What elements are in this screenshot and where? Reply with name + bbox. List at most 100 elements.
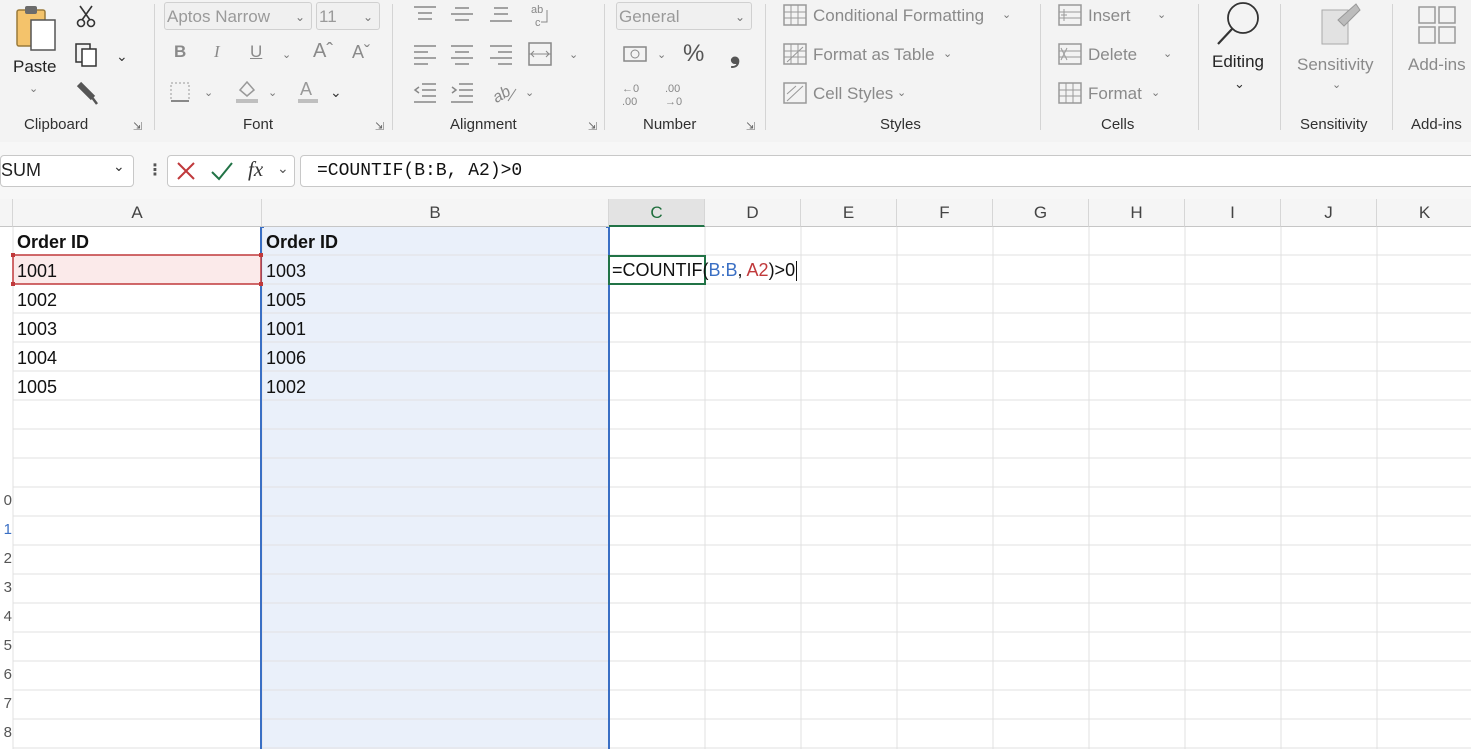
- column-header-h[interactable]: H: [1089, 199, 1185, 227]
- comma-style-button[interactable]: ❟: [730, 38, 740, 70]
- clipboard-launcher-icon[interactable]: ⇲: [133, 120, 144, 133]
- merge-center-icon[interactable]: [527, 41, 553, 72]
- delete-cells-icon[interactable]: [1058, 43, 1082, 70]
- increase-decimal-icon[interactable]: ←0.00: [620, 80, 650, 113]
- cell-styles-icon[interactable]: [783, 82, 807, 109]
- cell-b2[interactable]: 1003: [266, 257, 306, 286]
- align-bottom-icon[interactable]: [488, 4, 514, 29]
- row-header[interactable]: 6: [0, 666, 12, 683]
- font-name-combo[interactable]: Aptos Narrow ⌄: [164, 2, 312, 30]
- format-as-table-icon[interactable]: [783, 43, 807, 70]
- column-header-j[interactable]: J: [1281, 199, 1377, 227]
- chevron-down-icon[interactable]: ⌄: [735, 3, 745, 31]
- cancel-icon[interactable]: [175, 160, 197, 187]
- alignment-launcher-icon[interactable]: ⇲: [588, 120, 599, 133]
- editing-dropdown-icon[interactable]: ⌄: [1234, 76, 1245, 92]
- copy-icon[interactable]: [74, 42, 100, 73]
- column-header-b[interactable]: B: [262, 199, 609, 227]
- column-header-corner[interactable]: [0, 199, 13, 227]
- format-button[interactable]: Format: [1088, 84, 1142, 104]
- font-size-combo[interactable]: 11 ⌄: [316, 2, 380, 30]
- cell-a4[interactable]: 1003: [17, 315, 57, 344]
- increase-indent-icon[interactable]: [449, 81, 475, 108]
- bold-button[interactable]: B: [174, 42, 186, 62]
- paste-icon[interactable]: [14, 4, 60, 54]
- row-header[interactable]: 0: [0, 492, 12, 509]
- paste-button[interactable]: Paste: [13, 57, 56, 77]
- sensitivity-icon[interactable]: [1318, 2, 1362, 53]
- number-format-combo[interactable]: General ⌄: [616, 2, 752, 30]
- font-color-dropdown-icon[interactable]: ⌄: [330, 84, 342, 101]
- cell-b6[interactable]: 1002: [266, 373, 306, 402]
- borders-dropdown-icon[interactable]: ⌄: [204, 86, 213, 99]
- chevron-down-icon[interactable]: ⌄: [1002, 8, 1011, 21]
- merge-dropdown-icon[interactable]: ⌄: [569, 48, 578, 61]
- decrease-indent-icon[interactable]: [412, 81, 438, 108]
- accounting-format-icon[interactable]: [622, 43, 650, 70]
- percent-style-button[interactable]: %: [683, 40, 704, 68]
- row-header[interactable]: 8: [0, 724, 12, 741]
- cell-b5[interactable]: 1006: [266, 344, 306, 373]
- column-header-k[interactable]: K: [1377, 199, 1471, 227]
- row-header[interactable]: 1: [0, 521, 12, 538]
- insert-button[interactable]: Insert: [1088, 6, 1131, 26]
- cell-b3[interactable]: 1005: [266, 286, 306, 315]
- search-icon[interactable]: [1214, 0, 1264, 53]
- column-header-c[interactable]: C: [609, 199, 705, 227]
- wrap-text-icon[interactable]: ab c: [529, 2, 553, 33]
- column-header-a[interactable]: A: [13, 199, 262, 227]
- accounting-dropdown-icon[interactable]: ⌄: [657, 48, 666, 61]
- orientation-icon[interactable]: ab: [490, 79, 518, 110]
- chevron-down-icon[interactable]: ⌄: [113, 158, 125, 175]
- cell-b4[interactable]: 1001: [266, 315, 306, 344]
- increase-font-icon[interactable]: Aˆ: [313, 40, 333, 63]
- name-box[interactable]: SUM ⌄: [0, 155, 134, 187]
- decrease-decimal-icon[interactable]: .00 →0: [663, 80, 693, 113]
- align-left-icon[interactable]: [412, 43, 438, 70]
- column-header-e[interactable]: E: [801, 199, 897, 227]
- chevron-down-icon[interactable]: ⌄: [943, 47, 952, 60]
- column-header-g[interactable]: G: [993, 199, 1089, 227]
- align-right-icon[interactable]: [488, 43, 514, 70]
- format-as-table-button[interactable]: Format as Table: [813, 45, 935, 65]
- fill-color-icon[interactable]: [234, 78, 260, 109]
- add-ins-button[interactable]: Add-ins: [1408, 55, 1466, 75]
- format-cells-icon[interactable]: [1058, 82, 1082, 109]
- column-header-d[interactable]: D: [705, 199, 801, 227]
- cell-a2[interactable]: 1001: [17, 257, 57, 286]
- chevron-down-icon[interactable]: ⌄: [1163, 47, 1172, 60]
- cell-a5[interactable]: 1004: [17, 344, 57, 373]
- chevron-down-icon[interactable]: ⌄: [897, 86, 906, 99]
- cell-a6[interactable]: 1005: [17, 373, 57, 402]
- align-center-icon[interactable]: [449, 43, 475, 70]
- borders-icon[interactable]: [169, 81, 191, 108]
- conditional-formatting-icon[interactable]: [783, 4, 807, 31]
- number-launcher-icon[interactable]: ⇲: [746, 120, 757, 133]
- cell-styles-button[interactable]: Cell Styles: [813, 84, 893, 104]
- format-painter-icon[interactable]: [75, 80, 99, 111]
- cut-icon[interactable]: [75, 4, 97, 33]
- chevron-down-icon[interactable]: ⌄: [1151, 86, 1160, 99]
- decrease-font-icon[interactable]: Aˇ: [352, 42, 370, 63]
- align-middle-icon[interactable]: [449, 4, 475, 29]
- insert-cells-icon[interactable]: [1058, 4, 1082, 31]
- chevron-down-icon[interactable]: ⌄: [1157, 8, 1166, 21]
- cell-a1[interactable]: Order ID: [17, 228, 89, 257]
- delete-button[interactable]: Delete: [1088, 45, 1137, 65]
- cell-b1[interactable]: Order ID: [266, 228, 338, 257]
- insert-function-button[interactable]: fx: [248, 157, 263, 182]
- conditional-formatting-button[interactable]: Conditional Formatting: [813, 6, 984, 26]
- italic-button[interactable]: I: [214, 42, 220, 62]
- column-header-i[interactable]: I: [1185, 199, 1281, 227]
- column-header-f[interactable]: F: [897, 199, 993, 227]
- chevron-down-icon[interactable]: ⌄: [363, 3, 373, 31]
- sensitivity-button[interactable]: Sensitivity: [1297, 55, 1374, 75]
- align-top-icon[interactable]: [412, 4, 438, 29]
- underline-button[interactable]: U: [250, 42, 262, 62]
- row-header[interactable]: 3: [0, 579, 12, 596]
- orientation-dropdown-icon[interactable]: ⌄: [525, 86, 534, 99]
- copy-dropdown-icon[interactable]: ⌄: [116, 48, 128, 65]
- cell-c2-editor[interactable]: =COUNTIF(B:B, A2)>0: [612, 256, 798, 285]
- enter-icon[interactable]: [210, 160, 234, 187]
- add-ins-icon[interactable]: [1418, 6, 1458, 51]
